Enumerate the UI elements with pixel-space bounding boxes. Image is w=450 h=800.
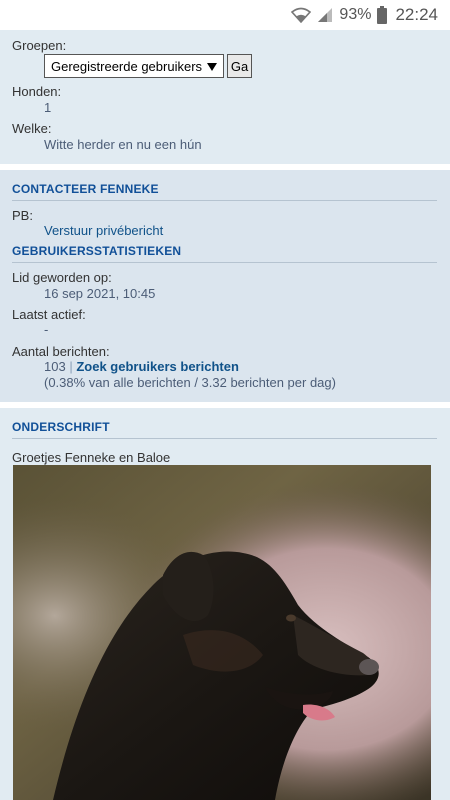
which-label: Welke:: [12, 121, 52, 136]
stats-heading: GEBRUIKERSSTATISTIEKEN: [12, 244, 437, 263]
joined-label: Lid geworden op:: [12, 270, 112, 285]
status-bar: 93% 22:24: [0, 0, 450, 30]
last-active-label: Laatst actief:: [12, 307, 86, 322]
wifi-icon: [291, 7, 312, 23]
clock: 22:24: [395, 5, 438, 24]
groups-selected-value: Geregistreerde gebruikers: [51, 58, 203, 74]
joined-value: 16 sep 2021, 10:45: [44, 286, 156, 301]
posts-separator: |: [69, 359, 73, 374]
signature-dog-photo: [13, 465, 431, 800]
posts-label: Aantal berichten:: [12, 344, 110, 359]
signature-text: Groetjes Fenneke en Baloe: [12, 450, 171, 465]
go-button[interactable]: Ga: [227, 54, 252, 78]
posts-detail: (0.38% van alle berichten / 3.32 bericht…: [44, 375, 336, 390]
contact-heading: CONTACTEER FENNEKE: [12, 182, 437, 201]
battery-icon: [377, 6, 388, 24]
dogs-label: Honden:: [12, 84, 62, 99]
dropdown-arrow-icon: [207, 59, 217, 74]
send-pm-link[interactable]: Verstuur privébericht: [44, 223, 163, 238]
signature-heading: ONDERSCHRIFT: [12, 420, 437, 439]
dogs-value: 1: [44, 100, 52, 115]
pm-label: PB:: [12, 208, 33, 223]
which-value: Witte herder en nu een hún: [44, 137, 202, 152]
last-active-value: -: [44, 322, 49, 337]
groups-label: Groepen:: [12, 38, 67, 53]
groups-select[interactable]: Geregistreerde gebruikers: [44, 54, 224, 78]
signal-icon: [317, 7, 333, 23]
posts-count: 103: [44, 359, 66, 374]
battery-percent: 93%: [339, 6, 372, 23]
search-user-posts-link[interactable]: Zoek gebruikers berichten: [76, 359, 239, 374]
posts-line: 103 | Zoek gebruikers berichten: [44, 359, 239, 374]
